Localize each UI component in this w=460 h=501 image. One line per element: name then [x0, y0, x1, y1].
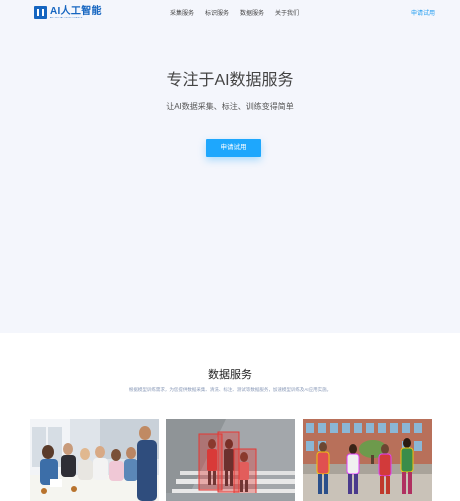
service-card-image-annotation[interactable]: [166, 419, 295, 501]
nav-item-annotation[interactable]: 标识服务: [205, 10, 229, 18]
services-title: 数据服务: [208, 369, 252, 381]
apply-trial-button[interactable]: 申请试用: [206, 139, 261, 157]
services-description: 根据模型训练需求，为您提供数据采集、清洗、标注、测试等数据服务，加速模型训练及A…: [128, 387, 332, 392]
nav-item-about[interactable]: 关于我们: [275, 10, 299, 18]
logo[interactable]: AI人工智能 ARTIFICIAL INTELLIGENCE: [34, 6, 108, 22]
hero-title: 专注于AI数据服务: [166, 72, 294, 89]
hero-section: AI人工智能 ARTIFICIAL INTELLIGENCE 采集服务 标识服务…: [0, 0, 460, 333]
nav-links: 采集服务 标识服务 数据服务 关于我们: [170, 10, 299, 18]
service-card-image-street[interactable]: [303, 419, 432, 501]
logo-icon: [34, 6, 47, 19]
navbar: AI人工智能 ARTIFICIAL INTELLIGENCE 采集服务 标识服务…: [0, 0, 460, 28]
nav-item-data-services[interactable]: 数据服务: [240, 10, 264, 18]
street-scene-image: [303, 419, 432, 501]
logo-tagline: ARTIFICIAL INTELLIGENCE: [50, 17, 83, 19]
logo-name: AI人工智能: [50, 6, 102, 17]
pedestrian-annotation-image: [166, 419, 295, 501]
nav-item-collection[interactable]: 采集服务: [170, 10, 194, 18]
team-photo-image: [30, 419, 159, 501]
nav-trial-link[interactable]: 申请试用: [411, 10, 435, 18]
hero-subtitle: 让AI数据采集、标注、训练变得简单: [166, 102, 294, 111]
service-card-image-team[interactable]: [30, 419, 159, 501]
